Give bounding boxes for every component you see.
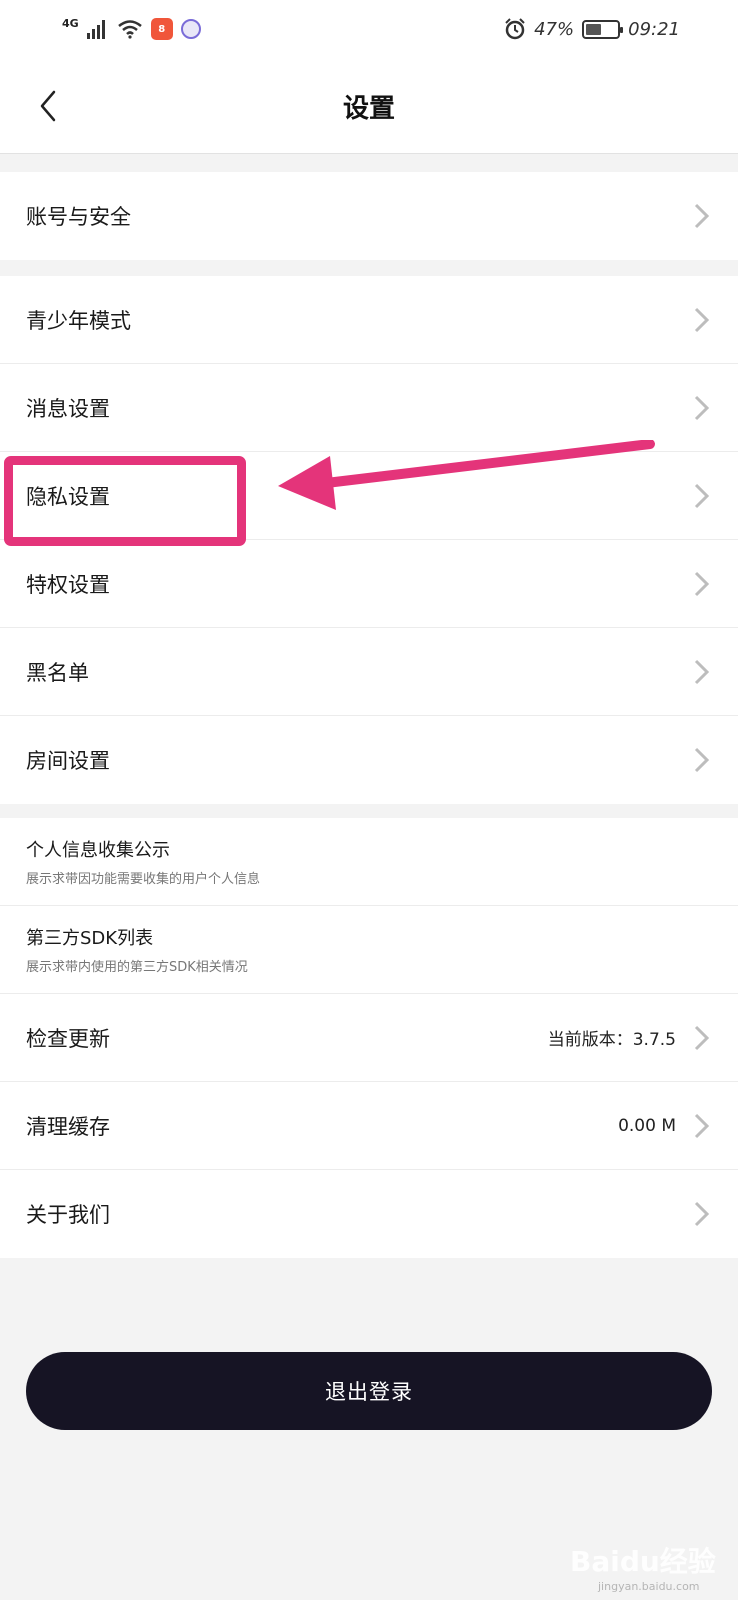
chevron-right-icon — [694, 1025, 710, 1051]
row-title: 第三方SDK列表 — [26, 928, 154, 949]
chevron-right-icon — [694, 307, 710, 333]
clock: 09:21 — [628, 18, 680, 40]
row-message-settings[interactable]: 消息设置 — [0, 364, 738, 452]
group-main: 青少年模式 消息设置 隐私设置 特权设置 黑名单 房间设置 — [0, 276, 738, 804]
baidu-watermark-url: jingyan.baidu.com — [598, 1580, 700, 1593]
row-label: 清理缓存 — [26, 1114, 110, 1139]
row-title: 个人信息收集公示 — [26, 840, 170, 861]
alarm-icon — [505, 18, 525, 40]
row-clear-cache[interactable]: 清理缓存 0.00 M — [0, 1082, 738, 1170]
row-privilege-settings[interactable]: 特权设置 — [0, 540, 738, 628]
row-personal-info-disclosure[interactable]: 个人信息收集公示 展示求带因功能需要收集的用户个人信息 — [0, 818, 738, 906]
row-subtitle: 展示求带因功能需要收集的用户个人信息 — [26, 872, 261, 887]
app-notification-icon: 8 — [150, 18, 173, 40]
row-room-settings[interactable]: 房间设置 — [0, 716, 738, 804]
chevron-right-icon — [694, 1201, 710, 1227]
row-label: 房间设置 — [26, 749, 110, 773]
network-type: 4G — [62, 16, 79, 30]
row-label: 隐私设置 — [26, 484, 110, 509]
row-label: 特权设置 — [26, 572, 110, 597]
app-notification-icon-2 — [180, 19, 201, 39]
battery-icon — [582, 19, 624, 39]
row-label: 账号与安全 — [26, 205, 131, 229]
row-privacy-settings[interactable]: 隐私设置 — [0, 452, 738, 540]
version-value: 当前版本：3.7.5 — [547, 1030, 676, 1050]
row-label: 青少年模式 — [26, 308, 131, 333]
status-left: 4G 8 — [62, 16, 201, 40]
row-third-party-sdk[interactable]: 第三方SDK列表 展示求带内使用的第三方SDK相关情况 — [0, 906, 738, 994]
group-account: 账号与安全 — [0, 172, 738, 260]
group-info: 个人信息收集公示 展示求带因功能需要收集的用户个人信息 第三方SDK列表 展示求… — [0, 818, 738, 1258]
wifi-icon — [117, 20, 142, 39]
chevron-right-icon — [694, 659, 710, 685]
row-account-security[interactable]: 账号与安全 — [0, 172, 738, 260]
baidu-watermark: Baidu经验 — [570, 1545, 716, 1578]
chevron-right-icon — [694, 203, 710, 229]
chevron-right-icon — [694, 747, 710, 773]
signal-icon — [86, 20, 105, 39]
chevron-right-icon — [694, 1113, 710, 1139]
cache-size-value: 0.00 M — [618, 1115, 676, 1136]
row-blacklist[interactable]: 黑名单 — [0, 628, 738, 716]
row-label: 黑名单 — [26, 660, 89, 685]
row-label: 检查更新 — [26, 1026, 110, 1051]
chevron-right-icon — [694, 571, 710, 597]
row-teen-mode[interactable]: 青少年模式 — [0, 276, 738, 364]
chevron-right-icon — [694, 483, 710, 509]
battery-percent: 47% — [534, 18, 575, 40]
row-about-us[interactable]: 关于我们 — [0, 1170, 738, 1258]
row-label: 关于我们 — [26, 1203, 110, 1227]
status-bar: 4G 8 47% 09:21 — [0, 0, 738, 58]
row-subtitle: 展示求带内使用的第三方SDK相关情况 — [26, 960, 248, 975]
row-label: 消息设置 — [26, 396, 110, 421]
page-title: 设置 — [342, 94, 395, 124]
row-check-update[interactable]: 检查更新 当前版本：3.7.5 — [0, 994, 738, 1082]
logout-button[interactable]: 退出登录 — [26, 1352, 712, 1430]
status-right: 47% 09:21 — [504, 18, 680, 40]
chevron-right-icon — [694, 395, 710, 421]
nav-header: 设置 — [0, 58, 738, 154]
battery-level — [586, 23, 602, 35]
